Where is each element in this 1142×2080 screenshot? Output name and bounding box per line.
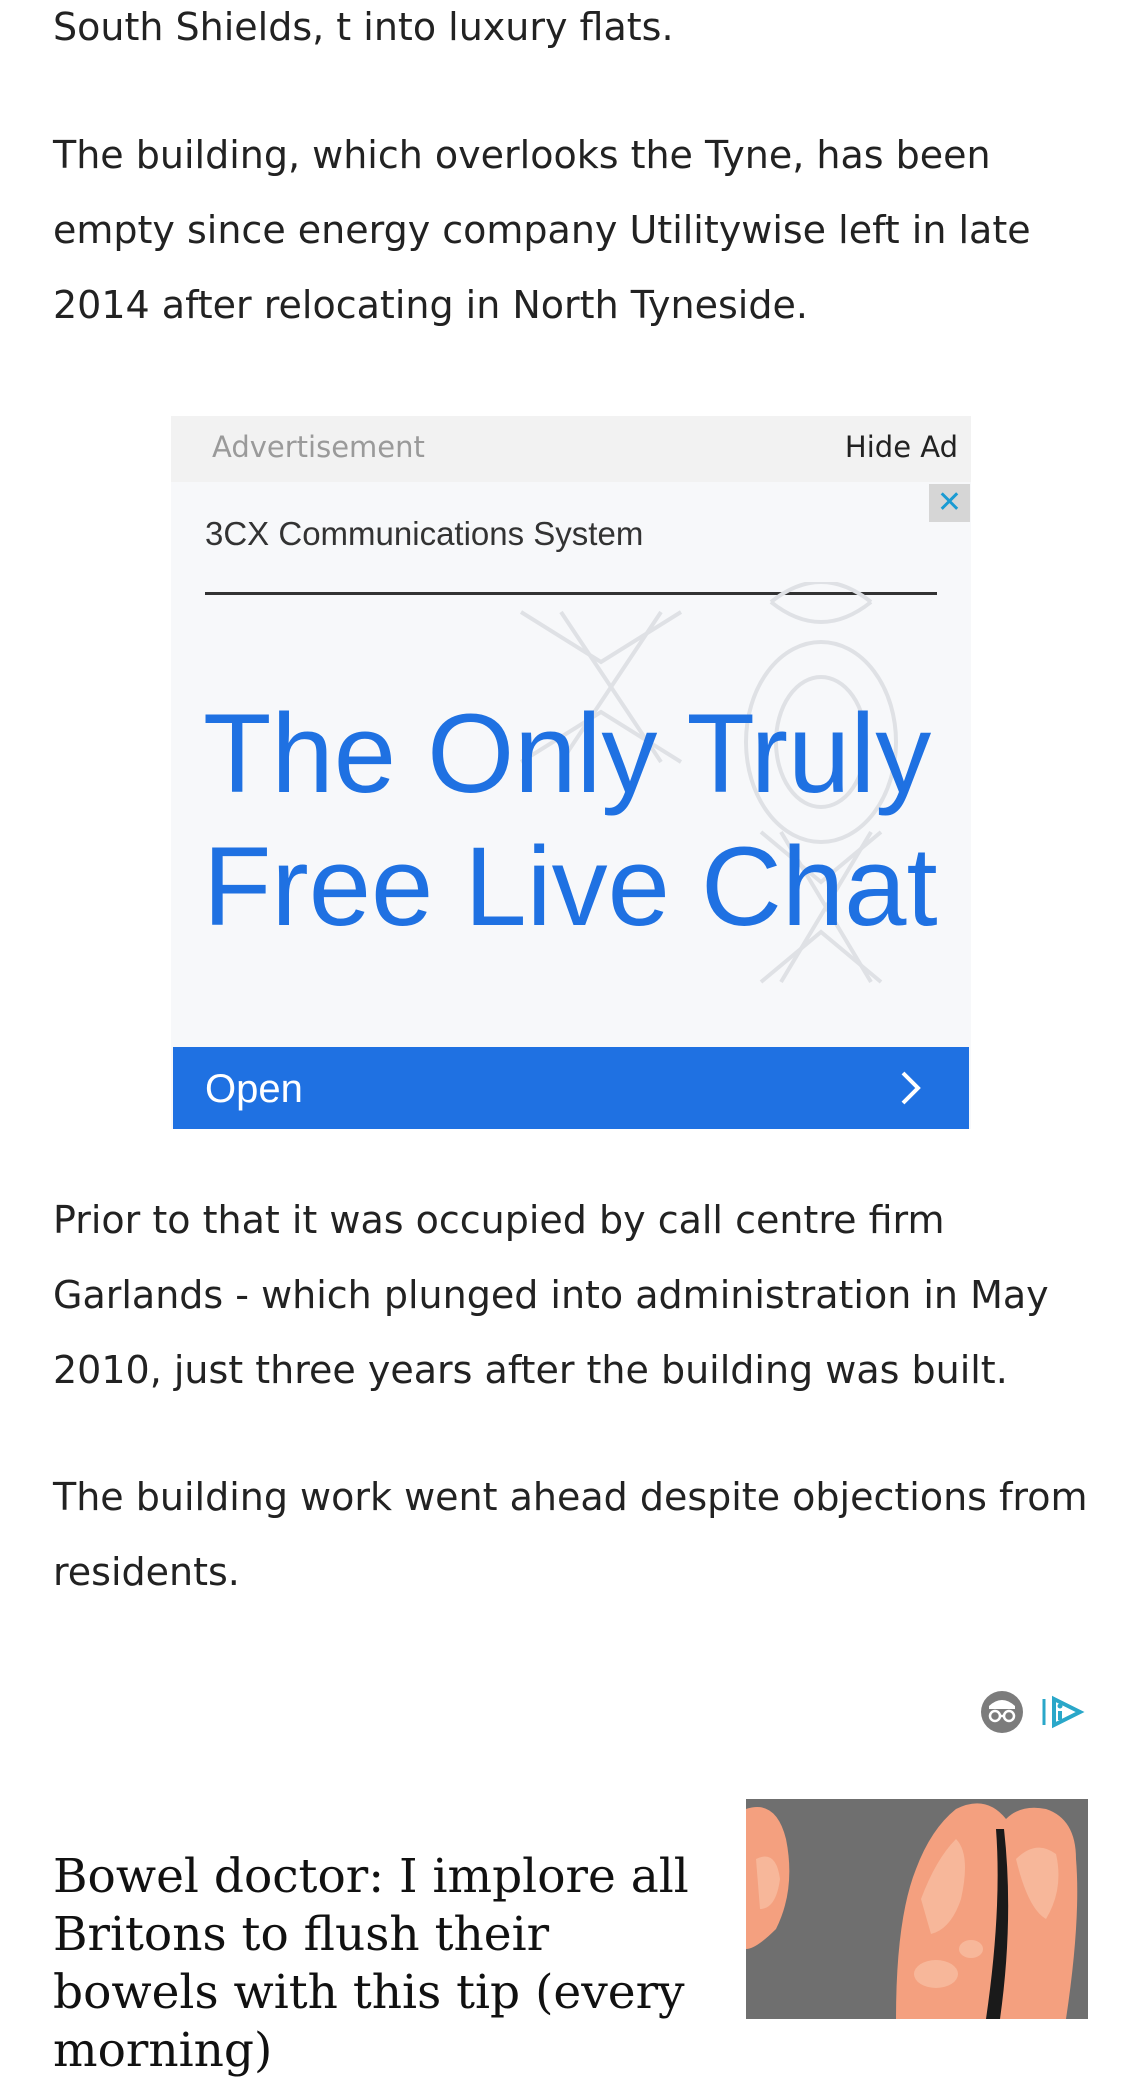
article-paragraph: South Shields, t into luxury flats. [53, 5, 674, 49]
ad-label: Advertisement [212, 430, 425, 464]
close-icon[interactable]: ✕ [929, 484, 970, 522]
ad-headline: The Only Truly Free Live Chat [203, 687, 963, 953]
ad-creative[interactable]: ✕ 3CX Communications System The Only Tru… [171, 482, 971, 1129]
ad-brand: 3CX Communications System [205, 515, 644, 552]
ad-headline-line: Free Live Chat [203, 824, 938, 949]
privacy-icon[interactable] [980, 1690, 1024, 1734]
ad-header: Advertisement Hide Ad [171, 416, 971, 482]
ad-headline-line: The Only Truly [203, 691, 932, 816]
sponsored-headline-link[interactable]: Bowel doctor: I implore all Britons to f… [53, 1848, 713, 2080]
article-paragraph: Prior to that it was occupied by call ce… [53, 1198, 1049, 1392]
thumbnail-illustration [746, 1799, 1088, 2019]
ad-open-button[interactable]: Open [173, 1047, 969, 1129]
adchoices-icon[interactable] [1040, 1693, 1086, 1731]
ad-open-label: Open [205, 1067, 303, 1111]
chevron-right-icon [901, 1071, 921, 1105]
advertisement-block: Advertisement Hide Ad ✕ 3CX Communicatio… [171, 416, 971, 1129]
article-paragraph: The building work went ahead despite obj… [53, 1475, 1088, 1594]
sponsored-thumbnail[interactable] [746, 1799, 1088, 2019]
hide-ad-button[interactable]: Hide Ad [845, 430, 958, 464]
article-paragraph: The building, which overlooks the Tyne, … [53, 133, 1031, 327]
